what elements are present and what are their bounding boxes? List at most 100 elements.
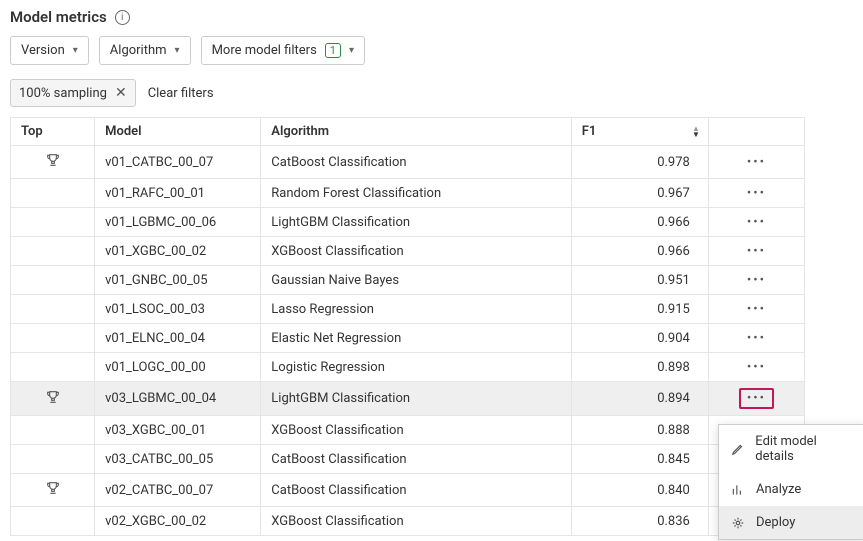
- menu-edit-details[interactable]: Edit model details: [719, 425, 863, 473]
- algorithm-cell: XGBoost Classification: [261, 237, 571, 266]
- col-algorithm[interactable]: Algorithm: [261, 118, 571, 146]
- algorithm-cell: Random Forest Classification: [261, 179, 571, 208]
- col-model[interactable]: Model: [95, 118, 261, 146]
- menu-deploy-label: Deploy: [756, 515, 795, 530]
- top-cell: [11, 237, 95, 266]
- more-icon[interactable]: •••: [747, 273, 766, 288]
- algorithm-cell: LightGBM Classification: [261, 208, 571, 237]
- table-row[interactable]: v01_GNBC_00_05Gaussian Naive Bayes0.951•…: [11, 266, 805, 295]
- more-icon[interactable]: •••: [747, 186, 766, 201]
- deploy-icon: [730, 516, 746, 530]
- top-cell: [11, 474, 95, 507]
- col-f1[interactable]: F1 ▲▼: [571, 118, 708, 146]
- table-row[interactable]: v01_RAFC_00_01Random Forest Classificati…: [11, 179, 805, 208]
- f1-cell: 0.915: [571, 295, 708, 324]
- more-filters[interactable]: More model filters 1 ▾: [201, 36, 365, 65]
- table-row[interactable]: v01_LOGC_00_00Logistic Regression0.898••…: [11, 353, 805, 382]
- top-cell: [11, 146, 95, 179]
- sampling-chip[interactable]: 100% sampling ✕: [10, 79, 136, 107]
- table-row[interactable]: v01_LGBMC_00_06LightGBM Classification0.…: [11, 208, 805, 237]
- row-actions[interactable]: •••: [708, 237, 804, 266]
- top-cell: [11, 353, 95, 382]
- row-actions[interactable]: •••: [708, 266, 804, 295]
- algorithm-cell: CatBoost Classification: [261, 146, 571, 179]
- table-row[interactable]: v01_LSOC_00_03Lasso Regression0.915•••: [11, 295, 805, 324]
- more-icon[interactable]: •••: [747, 155, 766, 170]
- col-actions: [708, 118, 804, 146]
- f1-cell: 0.966: [571, 237, 708, 266]
- chevron-down-icon: ▾: [175, 45, 180, 56]
- algorithm-filter[interactable]: Algorithm ▾: [99, 36, 191, 65]
- top-cell: [11, 295, 95, 324]
- more-icon[interactable]: •••: [747, 331, 766, 346]
- model-cell: v03_CATBC_00_05: [95, 445, 261, 474]
- version-filter-label: Version: [21, 43, 65, 58]
- menu-deploy[interactable]: Deploy: [719, 506, 863, 539]
- clear-filters[interactable]: Clear filters: [148, 86, 214, 101]
- trophy-icon: [45, 389, 61, 409]
- algorithm-cell: XGBoost Classification: [261, 507, 571, 536]
- trophy-icon: [45, 152, 61, 172]
- algorithm-cell: Elastic Net Regression: [261, 324, 571, 353]
- more-icon[interactable]: •••: [747, 215, 766, 230]
- algorithm-cell: XGBoost Classification: [261, 416, 571, 445]
- table-row[interactable]: v02_CATBC_00_07CatBoost Classification0.…: [11, 474, 805, 507]
- model-cell: v02_CATBC_00_07: [95, 474, 261, 507]
- more-icon[interactable]: •••: [747, 244, 766, 259]
- table-row[interactable]: v03_XGBC_00_01XGBoost Classification0.88…: [11, 416, 805, 445]
- sort-indicator: ▲▼: [692, 126, 700, 138]
- model-cell: v01_ELNC_00_04: [95, 324, 261, 353]
- table-row[interactable]: v03_CATBC_00_05CatBoost Classification0.…: [11, 445, 805, 474]
- algorithm-cell: CatBoost Classification: [261, 445, 571, 474]
- row-actions[interactable]: •••: [708, 324, 804, 353]
- row-actions[interactable]: •••: [708, 382, 804, 416]
- row-actions[interactable]: •••: [708, 353, 804, 382]
- f1-cell: 0.978: [571, 146, 708, 179]
- model-cell: v03_LGBMC_00_04: [95, 382, 261, 416]
- table-row[interactable]: v01_ELNC_00_04Elastic Net Regression0.90…: [11, 324, 805, 353]
- f1-cell: 0.840: [571, 474, 708, 507]
- model-cell: v01_LOGC_00_00: [95, 353, 261, 382]
- table-row[interactable]: v01_XGBC_00_02XGBoost Classification0.96…: [11, 237, 805, 266]
- top-cell: [11, 382, 95, 416]
- col-top[interactable]: Top: [11, 118, 95, 146]
- menu-analyze[interactable]: Analyze: [719, 473, 863, 506]
- close-icon[interactable]: ✕: [115, 85, 127, 101]
- more-icon[interactable]: •••: [747, 302, 766, 317]
- row-actions[interactable]: •••: [708, 179, 804, 208]
- version-filter[interactable]: Version ▾: [10, 36, 89, 65]
- model-cell: v01_GNBC_00_05: [95, 266, 261, 295]
- more-icon[interactable]: •••: [739, 388, 774, 409]
- filter-count-badge: 1: [325, 43, 341, 58]
- top-cell: [11, 324, 95, 353]
- f1-cell: 0.888: [571, 416, 708, 445]
- top-cell: [11, 208, 95, 237]
- model-cell: v01_CATBC_00_07: [95, 146, 261, 179]
- algorithm-cell: Gaussian Naive Bayes: [261, 266, 571, 295]
- model-cell: v01_RAFC_00_01: [95, 179, 261, 208]
- table-row[interactable]: v02_XGBC_00_02XGBoost Classification0.83…: [11, 507, 805, 536]
- row-actions[interactable]: •••: [708, 295, 804, 324]
- algorithm-cell: Logistic Regression: [261, 353, 571, 382]
- algorithm-cell: CatBoost Classification: [261, 474, 571, 507]
- metrics-table: Top Model Algorithm F1 ▲▼ v01_CATBC_00_0…: [10, 117, 805, 536]
- algorithm-cell: LightGBM Classification: [261, 382, 571, 416]
- f1-cell: 0.845: [571, 445, 708, 474]
- model-cell: v01_LGBMC_00_06: [95, 208, 261, 237]
- table-row[interactable]: v03_LGBMC_00_04LightGBM Classification0.…: [11, 382, 805, 416]
- info-icon[interactable]: i: [115, 10, 130, 25]
- f1-cell: 0.904: [571, 324, 708, 353]
- algorithm-cell: Lasso Regression: [261, 295, 571, 324]
- table-row[interactable]: v01_CATBC_00_07CatBoost Classification0.…: [11, 146, 805, 179]
- algorithm-filter-label: Algorithm: [110, 43, 167, 58]
- top-cell: [11, 266, 95, 295]
- row-actions[interactable]: •••: [708, 208, 804, 237]
- trophy-icon: [45, 480, 61, 500]
- f1-cell: 0.836: [571, 507, 708, 536]
- page-title: Model metrics: [10, 8, 107, 26]
- top-cell: [11, 445, 95, 474]
- row-actions[interactable]: •••: [708, 146, 804, 179]
- f1-cell: 0.966: [571, 208, 708, 237]
- more-icon[interactable]: •••: [747, 360, 766, 375]
- more-filters-label: More model filters: [212, 43, 317, 58]
